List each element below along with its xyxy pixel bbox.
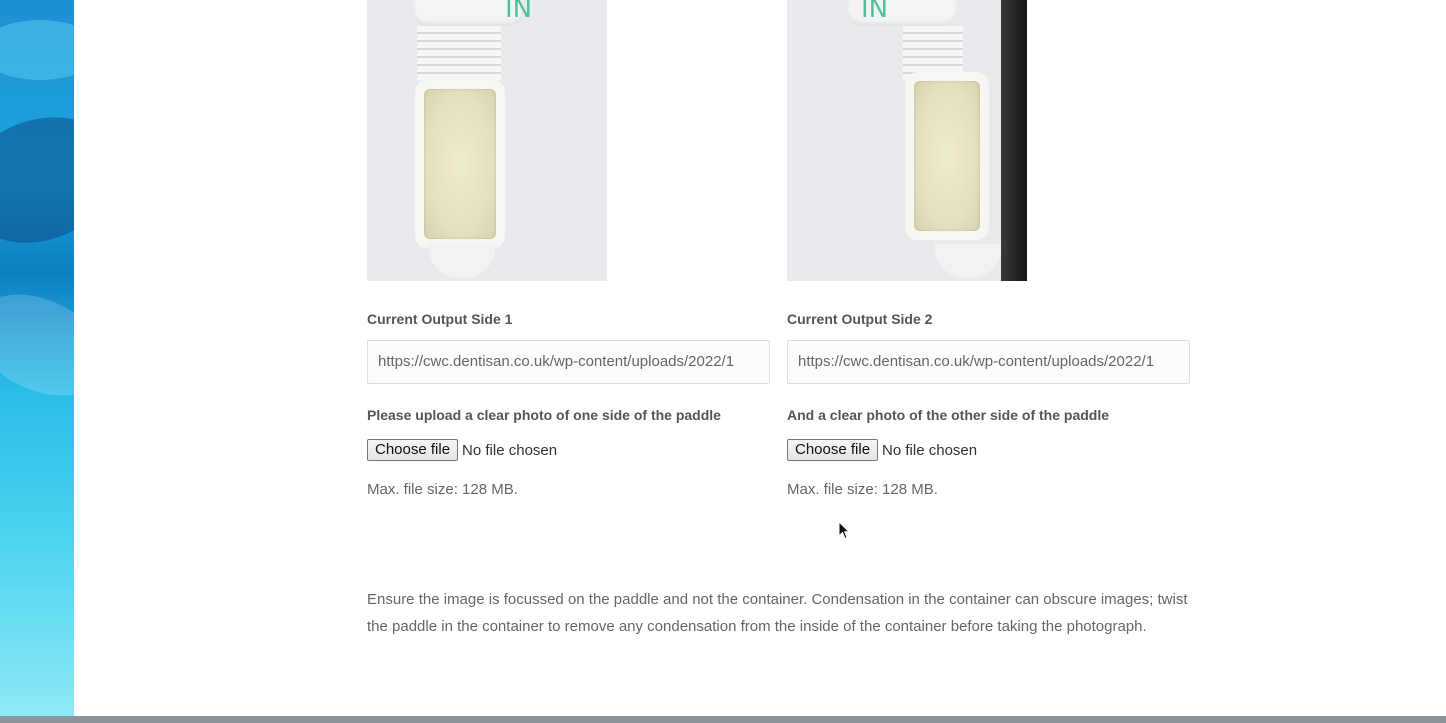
file-status-side-2: No file chosen: [882, 441, 978, 459]
choose-file-button-side-2[interactable]: Choose file: [787, 439, 879, 461]
photo-instructions: Ensure the image is focussed on the padd…: [367, 591, 1188, 635]
output-url-field-side-1[interactable]: https://cwc.dentisan.co.uk/wp-content/up…: [367, 340, 770, 384]
file-status-side-1: No file chosen: [462, 441, 558, 459]
max-file-size-side-2: Max. file size: 128 MB.: [787, 481, 938, 498]
cap-text: IN: [861, 0, 889, 24]
mouse-cursor-icon: [838, 521, 850, 540]
paddle-photo-side-2: IN: [787, 0, 1027, 281]
cap-text: IN: [505, 0, 533, 24]
output-url-field-side-2[interactable]: https://cwc.dentisan.co.uk/wp-content/up…: [787, 340, 1190, 384]
upload-column-side-2: IN Current Output Side 2 https://cwc.den…: [787, 0, 1191, 520]
page: IN Current Output Side 1 https://cwc.den…: [0, 0, 1446, 723]
paddle-photo-side-1: IN: [367, 0, 607, 281]
upload-label-side-1: Please upload a clear photo of one side …: [367, 407, 721, 423]
upload-column-side-1: IN Current Output Side 1 https://cwc.den…: [367, 0, 771, 520]
output-label-side-1: Current Output Side 1: [367, 311, 513, 327]
upload-label-side-2: And a clear photo of the other side of t…: [787, 407, 1110, 423]
side-banner-image: [0, 0, 74, 716]
file-input-side-2[interactable]: Choose file No file chosen: [787, 439, 977, 461]
max-file-size-side-1: Max. file size: 128 MB.: [367, 481, 518, 498]
file-input-side-1[interactable]: Choose file No file chosen: [367, 439, 557, 461]
footer-bar: [0, 716, 1446, 723]
output-label-side-2: Current Output Side 2: [787, 311, 933, 327]
choose-file-button-side-1[interactable]: Choose file: [367, 439, 459, 461]
